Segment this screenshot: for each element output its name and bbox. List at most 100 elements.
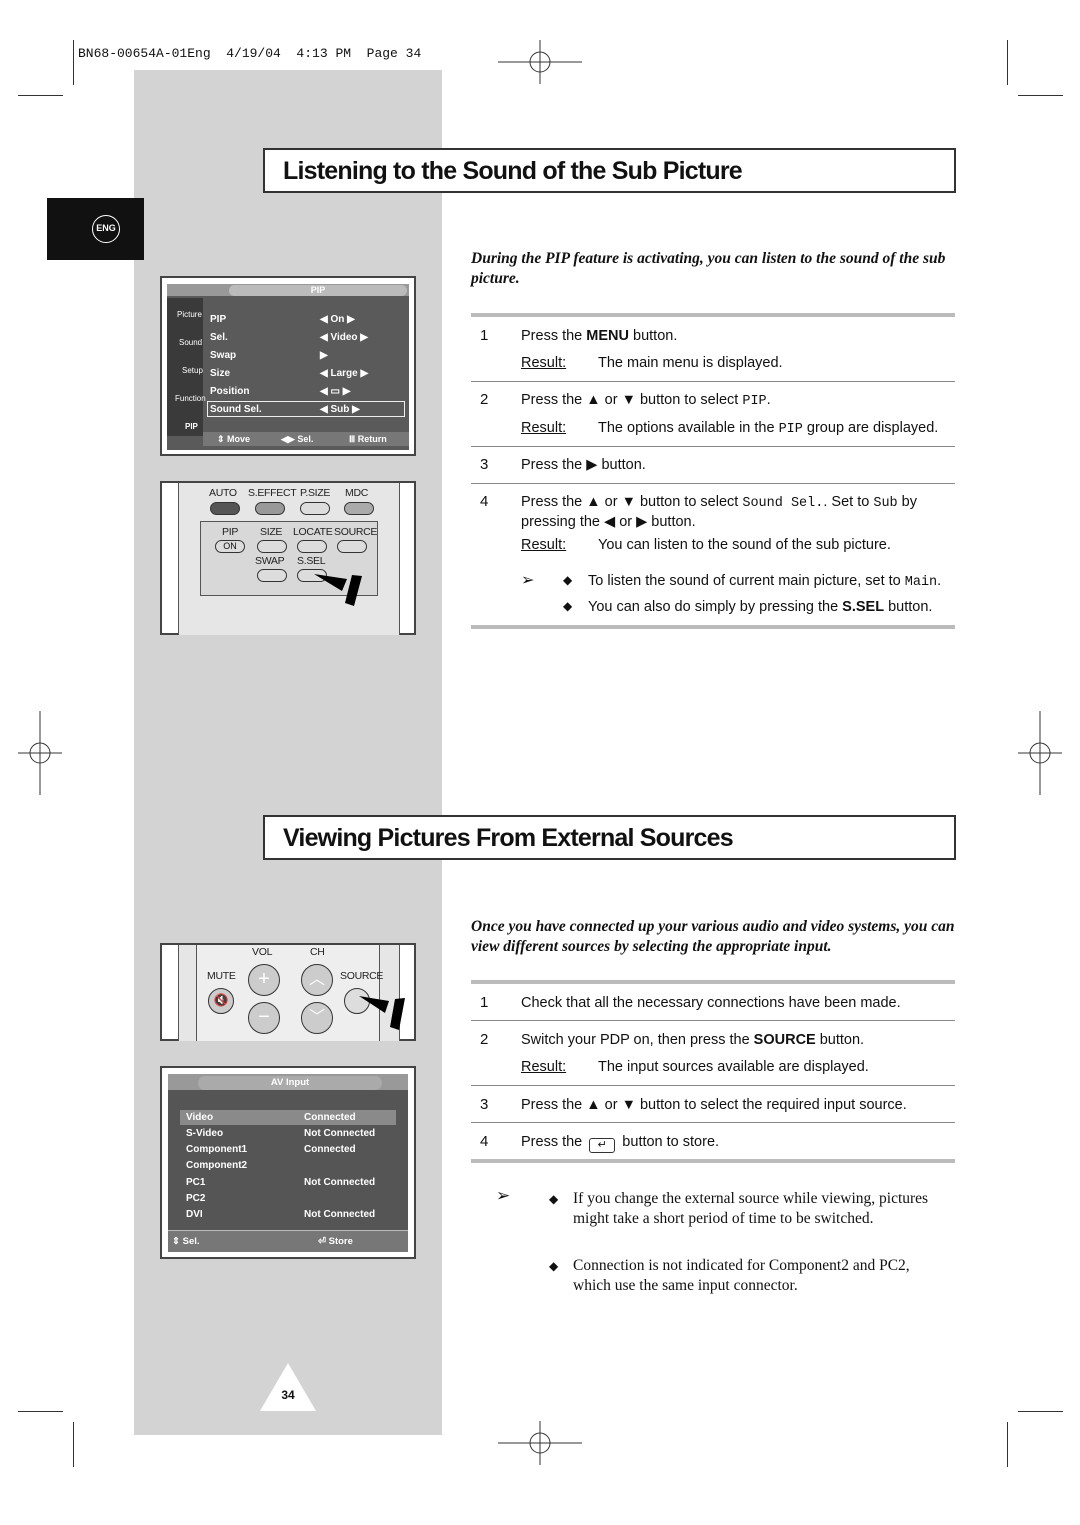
text: Not Connected: [304, 1128, 376, 1139]
text: Main: [904, 575, 938, 590]
bullet-diamond-icon: ◆: [563, 599, 573, 613]
decoration: [300, 502, 330, 515]
text: Setup: [182, 366, 203, 375]
text: DVI: [186, 1209, 203, 1220]
decoration: [255, 502, 285, 515]
decoration: [390, 998, 405, 1030]
language-tab: ENG: [47, 198, 144, 260]
decoration: ⇕ Sel. ⏎ Store: [168, 1230, 408, 1252]
text: Connected: [304, 1112, 356, 1123]
text: PIP: [778, 422, 803, 437]
text: Position: [210, 386, 250, 397]
decoration: [337, 540, 367, 553]
text: You can also do simply by pressing the: [588, 599, 843, 615]
result-text: The main menu is displayed.: [598, 355, 783, 371]
divider: [471, 625, 955, 629]
text: Large: [330, 368, 358, 379]
step-number: 4: [480, 493, 489, 510]
text: MENU: [586, 328, 629, 344]
text: On: [330, 314, 345, 325]
step-number: 3: [480, 1096, 489, 1113]
text: Move: [227, 434, 251, 444]
text: CH: [310, 946, 325, 958]
step-text: Switch your PDP on, then press the SOURC…: [521, 1031, 951, 1050]
step-text: Press the ▲ or ▼ button to select the re…: [521, 1097, 907, 1113]
step-number: 1: [480, 994, 489, 1011]
text: .: [766, 392, 771, 408]
divider: [471, 1020, 955, 1021]
volume-down-icon: −: [248, 1002, 280, 1034]
bullet-diamond-icon: ◆: [549, 1192, 559, 1206]
channel-up-icon: ︿: [301, 964, 333, 996]
text: Sound Sel.: [210, 404, 262, 415]
note-arrow-icon: ➢: [521, 572, 535, 589]
decoration: ⇕ Move ◀▶ Sel. Ⅲ Return: [203, 432, 409, 446]
divider: [471, 980, 955, 984]
decoration: ◀ Large ▶: [320, 368, 369, 379]
decoration: PIP Picture Sound Setup Function PIP PIP…: [167, 284, 409, 450]
text: MUTE: [207, 970, 236, 982]
note-text: If you change the external source while …: [573, 1190, 929, 1227]
step-text: Press the MENU button.: [521, 327, 951, 346]
result-label: Result:: [521, 355, 567, 371]
bullet-diamond-icon: ◆: [549, 1259, 559, 1273]
step-text: Press the ▲ or ▼ button to select Sound …: [521, 493, 951, 532]
note-text: To listen the sound of current main pict…: [588, 573, 941, 590]
result-text: The input sources available are displaye…: [598, 1059, 869, 1075]
pointer-arrow-icon: [314, 574, 362, 606]
text: .: [937, 573, 942, 589]
pip-menu-screenshot: PIP Picture Sound Setup Function PIP PIP…: [160, 276, 416, 456]
text: S.EFFECT: [248, 487, 297, 499]
text: Press the: [521, 1134, 587, 1150]
text: Connected: [304, 1144, 356, 1155]
result-text: You can listen to the sound of the sub p…: [598, 537, 891, 553]
text: Video: [330, 332, 358, 343]
divider: [471, 313, 955, 317]
menu-title: PIP: [229, 285, 407, 296]
text: Function: [175, 394, 206, 403]
step-text: Press the ▲ or ▼ button to select PIP.: [521, 391, 951, 411]
note-text: Connection is not indicated for Componen…: [573, 1257, 910, 1294]
text: Sel.: [210, 332, 228, 343]
text: Not Connected: [304, 1177, 376, 1188]
text: MDC: [345, 487, 369, 499]
decoration: ◀ Sub ▶: [320, 404, 360, 415]
text: Store: [328, 1236, 353, 1247]
volume-up-icon: +: [248, 964, 280, 996]
result-label: Result:: [521, 420, 567, 436]
decoration: ▶: [320, 350, 328, 361]
text: SWAP: [255, 555, 285, 567]
enter-store-icon: ↵: [589, 1138, 616, 1153]
menu-title: AV Input: [198, 1076, 382, 1090]
text: Sub: [330, 404, 350, 415]
step-text: Press the ↵ button to store.: [521, 1133, 951, 1153]
text: LOCATE: [293, 526, 333, 538]
text: SOURCE: [334, 526, 378, 538]
text: PIP: [185, 422, 198, 431]
decoration: ⏎ Store: [318, 1236, 353, 1247]
text: button.: [815, 1032, 865, 1048]
decoration: AV Input Video Connected S-Video Not Conne…: [168, 1074, 408, 1252]
page-number: 34: [281, 1388, 295, 1402]
text: Sub: [873, 496, 898, 511]
text: The options available in the: [598, 420, 779, 436]
text: PIP: [742, 394, 767, 409]
text: Sel.: [182, 1236, 200, 1247]
decoration: [314, 574, 347, 591]
text: SOURCE: [340, 970, 384, 982]
text: Press the ▲ or ▼ button to select: [521, 392, 743, 408]
divider: [471, 446, 955, 447]
decoration: [344, 502, 374, 515]
text: PC2: [186, 1193, 206, 1204]
text: Component1: [186, 1144, 248, 1155]
decoration: [210, 502, 240, 515]
text: P.SIZE: [300, 487, 331, 499]
text: pressing the ◀ or ▶ button.: [521, 514, 696, 530]
language-label: ENG: [92, 215, 120, 243]
note-text: You can also do simply by pressing the S…: [588, 599, 932, 615]
text: Sound: [179, 338, 203, 347]
text: SOURCE: [753, 1032, 816, 1048]
text: Sel.: [297, 434, 314, 444]
text: PC1: [186, 1177, 206, 1188]
decoration: ⇕ Move: [217, 434, 251, 444]
